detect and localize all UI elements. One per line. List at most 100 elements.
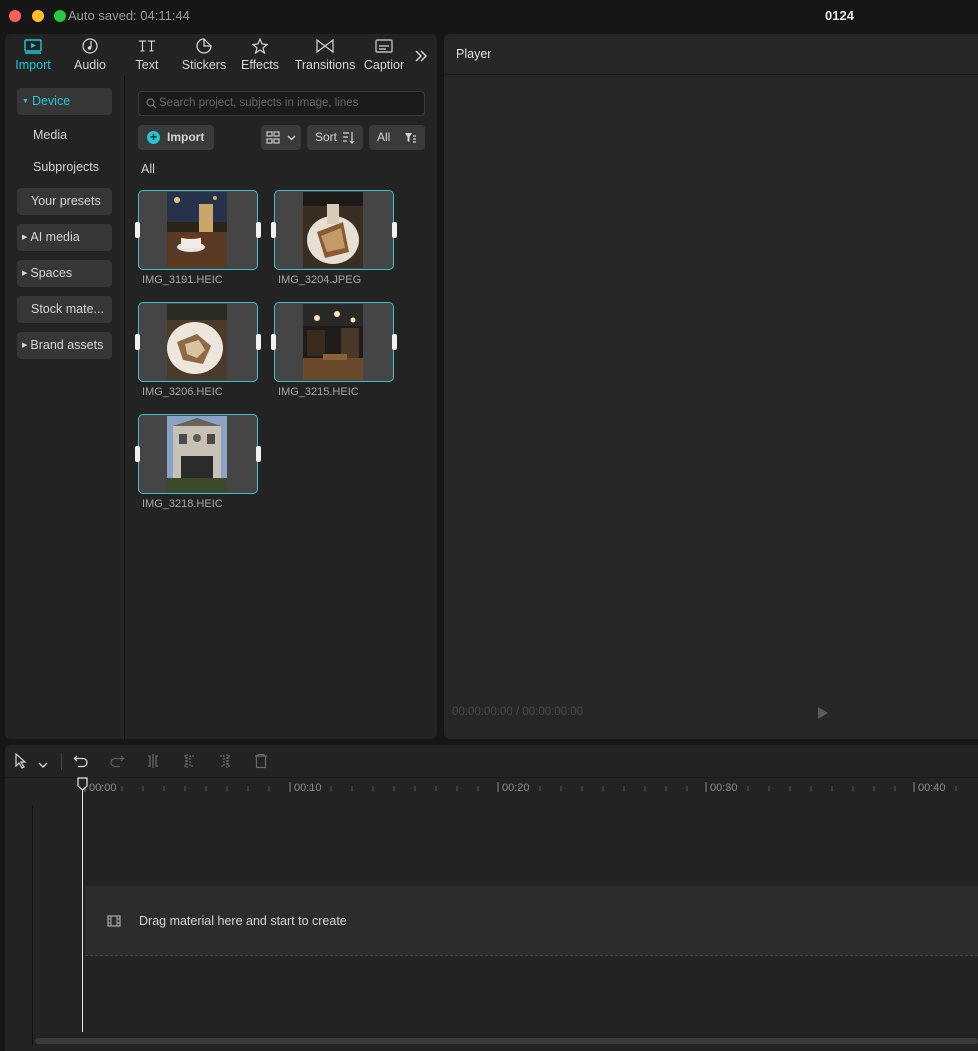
trim-left-button[interactable]	[181, 753, 199, 771]
tab-audio[interactable]: Audio	[66, 34, 114, 76]
sidebar-item-subprojects[interactable]: Subprojects	[17, 154, 112, 181]
ruler-label: 00:40	[918, 782, 946, 794]
photo-thumbnail-image	[167, 192, 227, 268]
tab-import[interactable]: Import	[9, 34, 57, 76]
close-window-button[interactable]	[9, 10, 21, 22]
title-bar: Auto saved: 04:11:44 0124	[0, 0, 978, 32]
media-filename: IMG_3191.HEIC	[142, 274, 223, 286]
tab-text[interactable]: Text	[124, 34, 170, 76]
tab-label: Audio	[74, 58, 106, 72]
section-label: All	[141, 162, 155, 176]
effects-icon	[237, 34, 283, 56]
minimize-window-button[interactable]	[32, 10, 44, 22]
undo-button[interactable]	[73, 753, 91, 771]
trash-icon	[255, 753, 267, 769]
tab-label: Import	[15, 58, 51, 72]
project-title[interactable]: 0124	[825, 8, 854, 23]
ruler-label: 00:10	[294, 782, 322, 794]
grid-view-icon	[266, 131, 280, 144]
tab-transitions[interactable]: Transitions	[291, 34, 359, 76]
redo-button[interactable]	[109, 753, 127, 771]
redo-icon	[110, 755, 125, 768]
trim-handle-left[interactable]	[135, 222, 140, 238]
player-timecode: 00:00:00:00 / 00:00:00:00	[452, 706, 584, 718]
import-button[interactable]: + Import	[138, 125, 214, 150]
photo-thumbnail-image	[303, 304, 363, 380]
split-button[interactable]	[145, 753, 163, 771]
filter-button[interactable]: All	[369, 125, 425, 150]
search-icon	[146, 98, 157, 109]
sidebar-item-your-presets[interactable]: Your presets	[17, 188, 112, 215]
trim-right-button[interactable]	[217, 753, 235, 771]
media-sidebar: ▼ Device Media Subprojects Your presets ▶…	[5, 76, 125, 739]
ruler-label: 00:20	[502, 782, 530, 794]
ruler-label: 00:00	[89, 782, 117, 794]
photo-thumbnail-image	[303, 192, 363, 268]
main-track-drop-zone[interactable]: Drag material here and start to create	[85, 886, 978, 956]
timeline-panel: 00:00 00:10 00:20 00:30 00:40 Drag mater…	[5, 745, 978, 1051]
sort-button[interactable]: Sort	[307, 125, 363, 150]
search-input[interactable]: Search project, subjects in image, lines	[138, 91, 425, 116]
caret-right-icon: ▶	[22, 270, 28, 277]
player-header: Player	[444, 34, 978, 75]
trim-handle-left[interactable]	[271, 222, 276, 238]
zoom-window-button[interactable]	[54, 10, 66, 22]
media-thumbnail[interactable]	[135, 190, 261, 270]
select-tool-button[interactable]	[13, 752, 31, 771]
trim-handle-right[interactable]	[256, 222, 261, 238]
track-header-divider	[32, 805, 33, 1045]
delete-button[interactable]	[253, 753, 271, 771]
trim-handle-right[interactable]	[392, 334, 397, 350]
trim-right-icon	[220, 754, 230, 768]
tab-label: Text	[135, 58, 159, 72]
sidebar-item-ai-media[interactable]: ▶ AI media	[17, 224, 112, 251]
sort-icon	[343, 132, 355, 144]
tab-label: Captior	[363, 58, 405, 72]
tab-captions[interactable]: Captior	[361, 34, 407, 76]
autosave-status: Auto saved: 04:11:44	[68, 8, 190, 23]
trim-handle-right[interactable]	[256, 446, 261, 462]
toolbar-divider	[61, 753, 62, 770]
drop-hint: Drag material here and start to create	[139, 914, 347, 928]
sidebar-item-spaces[interactable]: ▶ Spaces	[17, 260, 112, 287]
trim-left-icon	[184, 754, 194, 768]
tab-effects[interactable]: Effects	[237, 34, 283, 76]
media-thumbnail[interactable]	[135, 414, 261, 494]
media-thumbnail[interactable]	[271, 190, 397, 270]
tab-label: Effects	[241, 58, 279, 72]
view-mode-button[interactable]	[261, 125, 301, 150]
tab-stickers[interactable]: Stickers	[177, 34, 231, 76]
sidebar-item-brand-assets[interactable]: ▶ Brand assets	[17, 332, 112, 359]
chevron-down-icon	[38, 762, 48, 768]
caret-right-icon: ▶	[22, 234, 28, 241]
player-title: Player	[456, 47, 492, 61]
timeline-horizontal-scrollbar[interactable]	[35, 1038, 978, 1044]
stickers-icon	[177, 34, 231, 56]
sidebar-item-device[interactable]: ▼ Device	[17, 88, 112, 115]
select-mode-dropdown[interactable]	[38, 756, 56, 774]
timeline-ruler[interactable]: 00:00 00:10 00:20 00:30 00:40	[5, 777, 978, 803]
sidebar-item-stock-materials[interactable]: Stock mate...	[17, 296, 112, 323]
text-icon	[124, 34, 170, 56]
trim-handle-left[interactable]	[135, 334, 140, 350]
playhead-handle-icon[interactable]	[77, 777, 88, 791]
trim-handle-right[interactable]	[392, 222, 397, 238]
playhead[interactable]	[82, 778, 83, 1032]
search-placeholder: Search project, subjects in image, lines	[159, 97, 359, 109]
photo-thumbnail-image	[167, 304, 227, 380]
trim-handle-left[interactable]	[271, 334, 276, 350]
trim-handle-left[interactable]	[135, 446, 140, 462]
more-tabs-icon[interactable]	[413, 48, 429, 64]
plus-icon: +	[147, 131, 160, 144]
film-icon	[107, 915, 121, 927]
photo-thumbnail-image	[167, 416, 227, 492]
audio-icon	[66, 34, 114, 56]
sidebar-item-media[interactable]: Media	[17, 122, 112, 149]
media-thumbnail[interactable]	[271, 302, 397, 382]
trim-handle-right[interactable]	[256, 334, 261, 350]
filter-icon	[405, 133, 416, 143]
play-button[interactable]	[817, 706, 829, 725]
media-thumbnail[interactable]	[135, 302, 261, 382]
media-filename: IMG_3204.JPEG	[278, 274, 362, 286]
caret-right-icon: ▶	[22, 342, 28, 349]
